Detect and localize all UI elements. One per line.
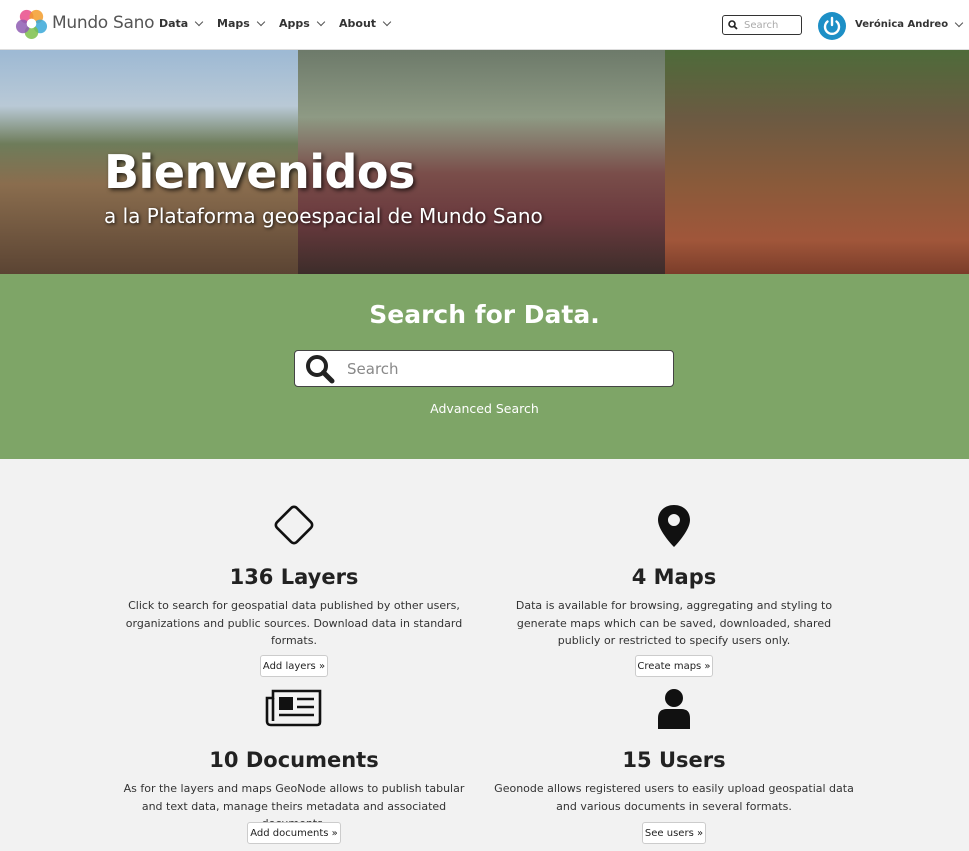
nav-menu-apps[interactable]: Apps: [279, 17, 326, 30]
user-avatar[interactable]: [818, 12, 846, 40]
nav-menu-data-label: Data: [159, 17, 189, 30]
stat-layers-title: 136 Layers: [229, 565, 359, 589]
user-icon: [658, 689, 690, 729]
stat-layers-description: Click to search for geospatial data publ…: [125, 599, 463, 647]
chevron-down-icon: [195, 17, 204, 27]
nav-menu-about-label: About: [339, 17, 377, 30]
create-maps-button[interactable]: Create maps »: [635, 655, 713, 677]
search-section: Search for Data. Advanced Search: [0, 274, 969, 459]
see-users-button[interactable]: See users »: [642, 822, 706, 844]
advanced-search-link[interactable]: Advanced Search: [0, 401, 969, 416]
search-icon: [728, 20, 738, 30]
hero-banner: Bienvenidos a la Plataforma geoespacial …: [0, 50, 969, 274]
brand-logo-link[interactable]: Mundo Sano: [15, 6, 155, 40]
stat-maps-title: 4 Maps: [631, 565, 717, 589]
nav-menu-apps-label: Apps: [279, 17, 310, 30]
brand-name: Mundo Sano: [52, 13, 155, 33]
user-menu[interactable]: Verónica Andreo: [855, 18, 964, 30]
diamond-icon: [274, 505, 314, 545]
power-icon: [823, 16, 841, 36]
mundo-sano-logo-icon: [15, 9, 48, 39]
user-name-label: Verónica Andreo: [855, 19, 949, 30]
stat-users-description: Geonode allows registered users to easil…: [494, 782, 854, 813]
chevron-down-icon: [382, 17, 392, 27]
hero-title: Bienvenidos: [104, 145, 415, 199]
nav-menu-maps[interactable]: Maps: [217, 17, 266, 30]
stat-users-title: 15 Users: [622, 748, 726, 772]
hero-subtitle: a la Plataforma geoespacial de Mundo San…: [104, 204, 543, 228]
navbar-search-input[interactable]: [744, 19, 796, 31]
main-search-box: [294, 350, 674, 387]
search-icon: [306, 354, 335, 383]
nav-menu-about[interactable]: About: [339, 17, 392, 30]
map-marker-icon: [658, 505, 690, 547]
chevron-down-icon: [954, 18, 964, 28]
stat-maps-description: Data is available for browsing, aggregat…: [515, 599, 833, 647]
stat-documents-title: 10 Documents: [209, 748, 379, 772]
top-navbar: Mundo Sano Data Maps Apps About Verónica…: [0, 0, 969, 50]
nav-menu-maps-label: Maps: [217, 17, 250, 30]
navbar-search-box: [722, 15, 802, 35]
nav-menu-data[interactable]: Data: [159, 17, 204, 30]
chevron-down-icon: [316, 17, 326, 27]
chevron-down-icon: [256, 17, 266, 27]
add-documents-button[interactable]: Add documents »: [247, 822, 341, 844]
newspaper-icon: [265, 689, 322, 727]
main-search-input[interactable]: [347, 359, 667, 378]
hero-photo-house: [665, 50, 969, 274]
add-layers-button[interactable]: Add layers »: [260, 655, 328, 677]
search-section-title: Search for Data.: [369, 300, 600, 329]
